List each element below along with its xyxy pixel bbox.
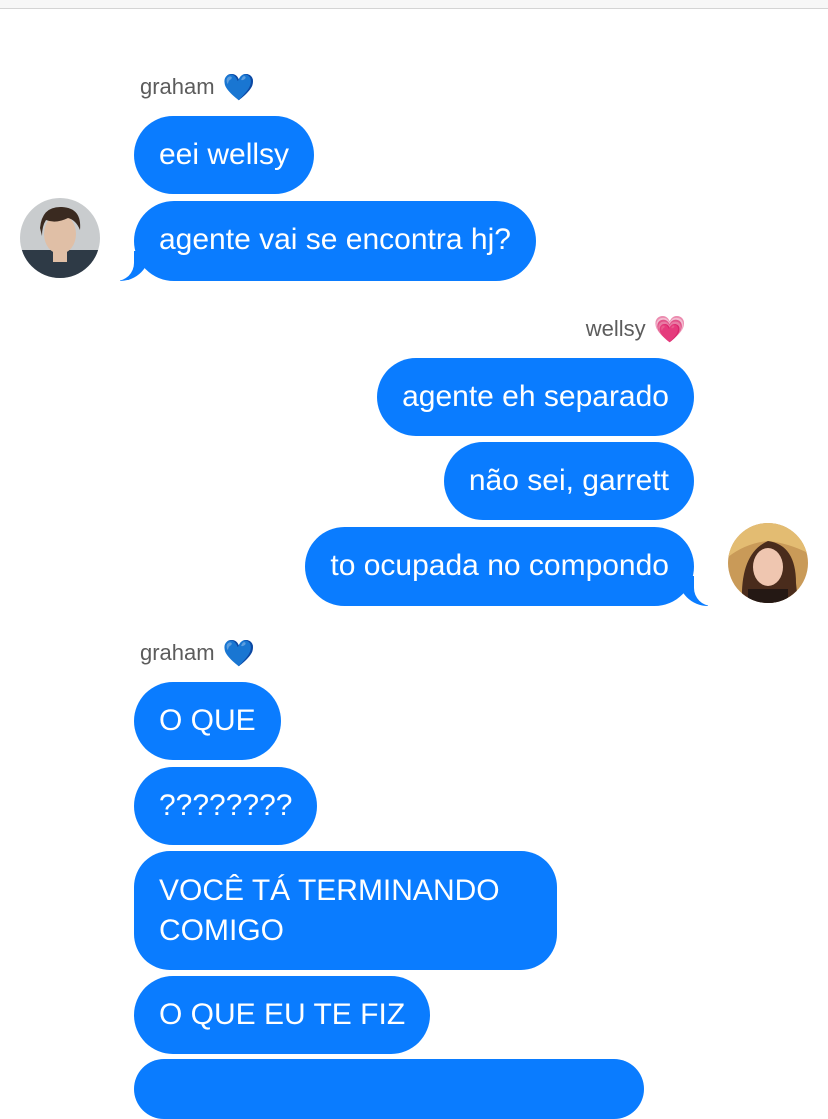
message-bubble-outgoing[interactable]: não sei, garrett <box>443 442 694 520</box>
message-text: eei wellsy <box>159 138 290 171</box>
message-text: to ocupada no compondo <box>330 549 669 582</box>
blue-heart-icon: 💙 <box>222 638 255 668</box>
message-text: não sei, garrett <box>468 464 669 497</box>
sender-label-graham: graham 💙 <box>140 74 255 100</box>
message-bubble-incoming[interactable]: O QUE <box>134 682 281 760</box>
graham-avatar[interactable] <box>20 198 100 278</box>
top-bar-divider <box>0 0 828 9</box>
wellsy-avatar[interactable] <box>728 523 808 603</box>
avatar-woman-icon <box>728 523 808 603</box>
message-text: VOCÊ TÁ TERMINANDO COMIGO <box>159 874 500 947</box>
avatar-man-icon <box>20 198 100 278</box>
message-bubble-incoming[interactable]: O QUE EU TE FIZ <box>134 976 431 1054</box>
message-text: agente eh separado <box>402 380 669 413</box>
message-text: agente vai se encontra hj? <box>159 223 511 256</box>
blue-heart-icon: 💙 <box>222 72 255 102</box>
message-bubble-outgoing[interactable]: agente eh separado <box>377 358 694 436</box>
message-bubble-incoming[interactable]: agente vai se encontra hj? <box>108 201 536 281</box>
message-bubble-incoming[interactable]: VOCÊ TÁ TERMINANDO COMIGO <box>134 851 557 970</box>
sender-label-graham: graham 💙 <box>140 640 255 666</box>
message-bubble-incoming-partial[interactable] <box>134 1059 644 1119</box>
sender-name: graham <box>140 74 215 99</box>
pink-heart-icon: 💗 <box>653 314 686 344</box>
sender-name: graham <box>140 640 215 665</box>
message-text: O QUE EU TE FIZ <box>159 998 406 1031</box>
message-text: ???????? <box>159 789 293 822</box>
sender-label-wellsy: wellsy 💗 <box>586 316 686 342</box>
message-bubble-incoming[interactable]: ???????? <box>134 767 318 845</box>
message-bubble-incoming[interactable]: eei wellsy <box>134 116 315 194</box>
sender-name: wellsy <box>585 316 646 341</box>
message-bubble-outgoing[interactable]: to ocupada no compondo <box>305 527 720 606</box>
message-text: O QUE <box>159 704 256 737</box>
